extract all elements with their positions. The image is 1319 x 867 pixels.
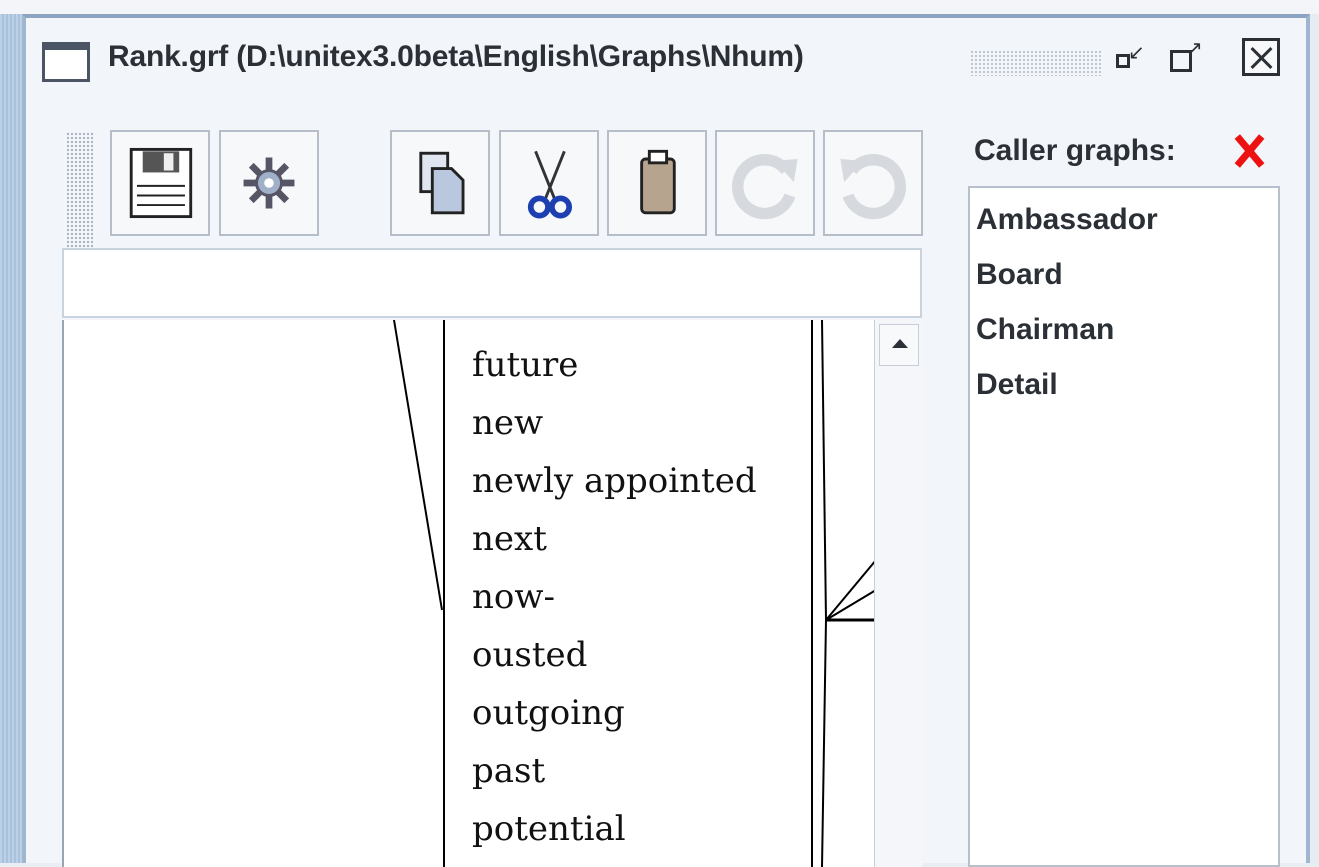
title-bar[interactable]: Rank.grf (D:\unitex3.0beta\English\Graph…	[26, 18, 1306, 94]
vertical-scrollbar[interactable]	[874, 320, 922, 867]
desktop-left-edge	[0, 14, 22, 863]
caller-graphs-label: Caller graphs:	[974, 134, 1176, 167]
scroll-up-button[interactable]	[879, 324, 919, 366]
box-entry: next	[472, 519, 547, 559]
box-entry: potential	[472, 809, 626, 849]
box-entry: future	[472, 345, 579, 385]
box-entry: past	[472, 751, 546, 791]
box-entry: new	[472, 403, 544, 443]
arrow-down-left-icon: ↙	[1128, 42, 1145, 64]
arrow-up-right-icon: ↗	[1186, 38, 1203, 60]
graph-box[interactable]: future new newly appointed next now- ous…	[456, 320, 828, 867]
caller-graph-item[interactable]: Chairman	[970, 302, 1278, 357]
graph-window: Rank.grf (D:\unitex3.0beta\English\Graph…	[22, 14, 1310, 867]
caller-graphs-list[interactable]: Ambassador Board Chairman Detail	[968, 186, 1280, 867]
caller-graph-item[interactable]: Ambassador	[970, 192, 1278, 247]
close-caller-graphs-icon[interactable]	[1232, 134, 1266, 168]
undo-button[interactable]	[823, 130, 923, 236]
clipboard-icon	[640, 149, 676, 215]
floppy-disk-icon	[129, 147, 193, 219]
undo-icon	[840, 153, 907, 220]
cut-button[interactable]	[499, 130, 599, 236]
box-entry: newly appointed	[472, 461, 757, 501]
box-entry: now-	[472, 577, 555, 617]
copy-button[interactable]	[390, 130, 490, 236]
close-button[interactable]	[1242, 38, 1280, 76]
box-entry: outgoing	[472, 693, 625, 733]
gear-icon	[243, 157, 295, 209]
desktop-strip	[0, 0, 1319, 14]
toolbar-grip[interactable]	[66, 132, 94, 250]
title-bar-grip	[970, 50, 1102, 76]
copy-icon	[419, 151, 465, 215]
desktop-right-edge	[1310, 14, 1319, 863]
scissors-icon	[527, 150, 573, 219]
maximize-button[interactable]: ↗	[1166, 38, 1204, 76]
graph-canvas[interactable]: future new newly appointed next now- ous…	[62, 320, 874, 867]
window-title: Rank.grf (D:\unitex3.0beta\English\Graph…	[108, 40, 804, 73]
save-button[interactable]	[110, 130, 210, 236]
window-icon	[42, 42, 90, 82]
box-entry: ousted	[472, 635, 588, 675]
compile-button[interactable]	[219, 130, 319, 236]
paste-button[interactable]	[607, 130, 707, 236]
box-content-input[interactable]	[62, 248, 922, 318]
caller-graph-item[interactable]: Detail	[970, 357, 1278, 412]
minimize-button[interactable]: ↙	[1110, 38, 1148, 76]
caller-graph-item[interactable]: Board	[970, 247, 1278, 302]
redo-button[interactable]	[715, 130, 815, 236]
redo-icon	[731, 153, 798, 220]
